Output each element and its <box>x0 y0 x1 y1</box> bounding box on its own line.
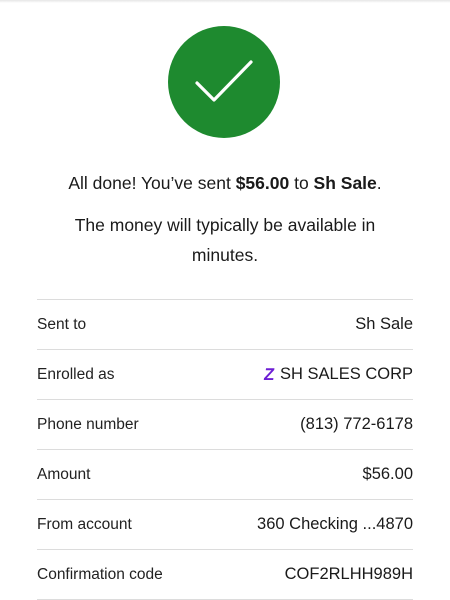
detail-value: SH SALES CORP <box>280 365 413 383</box>
detail-value: 360 Checking ...4870 <box>257 515 413 533</box>
detail-value: (813) 772-6178 <box>300 415 413 433</box>
detail-label: Amount <box>37 465 91 483</box>
to-word: to <box>289 173 314 193</box>
zelle-icon: Z <box>262 364 276 384</box>
detail-label: Phone number <box>37 415 139 433</box>
detail-row-amount: Amount $56.00 <box>37 450 413 500</box>
availability-message: The money will typically be available in… <box>74 215 376 265</box>
done-message: All done! You’ve sent $56.00 to Sh Sale. <box>0 168 450 198</box>
detail-value: COF2RLHH989H <box>284 565 413 583</box>
detail-row-enrolled-as: Enrolled as Z SH SALES CORP <box>37 350 413 400</box>
detail-label: From account <box>37 515 132 533</box>
detail-row-from-account: From account 360 Checking ...4870 <box>37 500 413 550</box>
period: . <box>376 173 382 193</box>
detail-row-confirmation-code: Confirmation code COF2RLHH989H <box>37 550 413 600</box>
detail-label: Confirmation code <box>37 565 163 583</box>
detail-label: Sent to <box>37 315 87 333</box>
detail-value-wrapper: Z SH SALES CORP <box>262 364 413 385</box>
transfer-details-list: Sent to Sh Sale Enrolled as Z SH SALES C… <box>37 299 413 600</box>
detail-value: Sh Sale <box>355 315 413 333</box>
success-check-icon <box>168 26 280 138</box>
detail-row-sent-to: Sent to Sh Sale <box>37 300 413 350</box>
detail-value: $56.00 <box>362 465 413 483</box>
recipient-name: Sh Sale <box>313 173 377 193</box>
sent-amount: $56.00 <box>235 173 290 193</box>
top-edge-shadow <box>0 0 450 3</box>
detail-label: Enrolled as <box>37 365 115 383</box>
detail-row-phone-number: Phone number (813) 772-6178 <box>37 400 413 450</box>
done-prefix: All done! You’ve sent <box>68 173 236 193</box>
